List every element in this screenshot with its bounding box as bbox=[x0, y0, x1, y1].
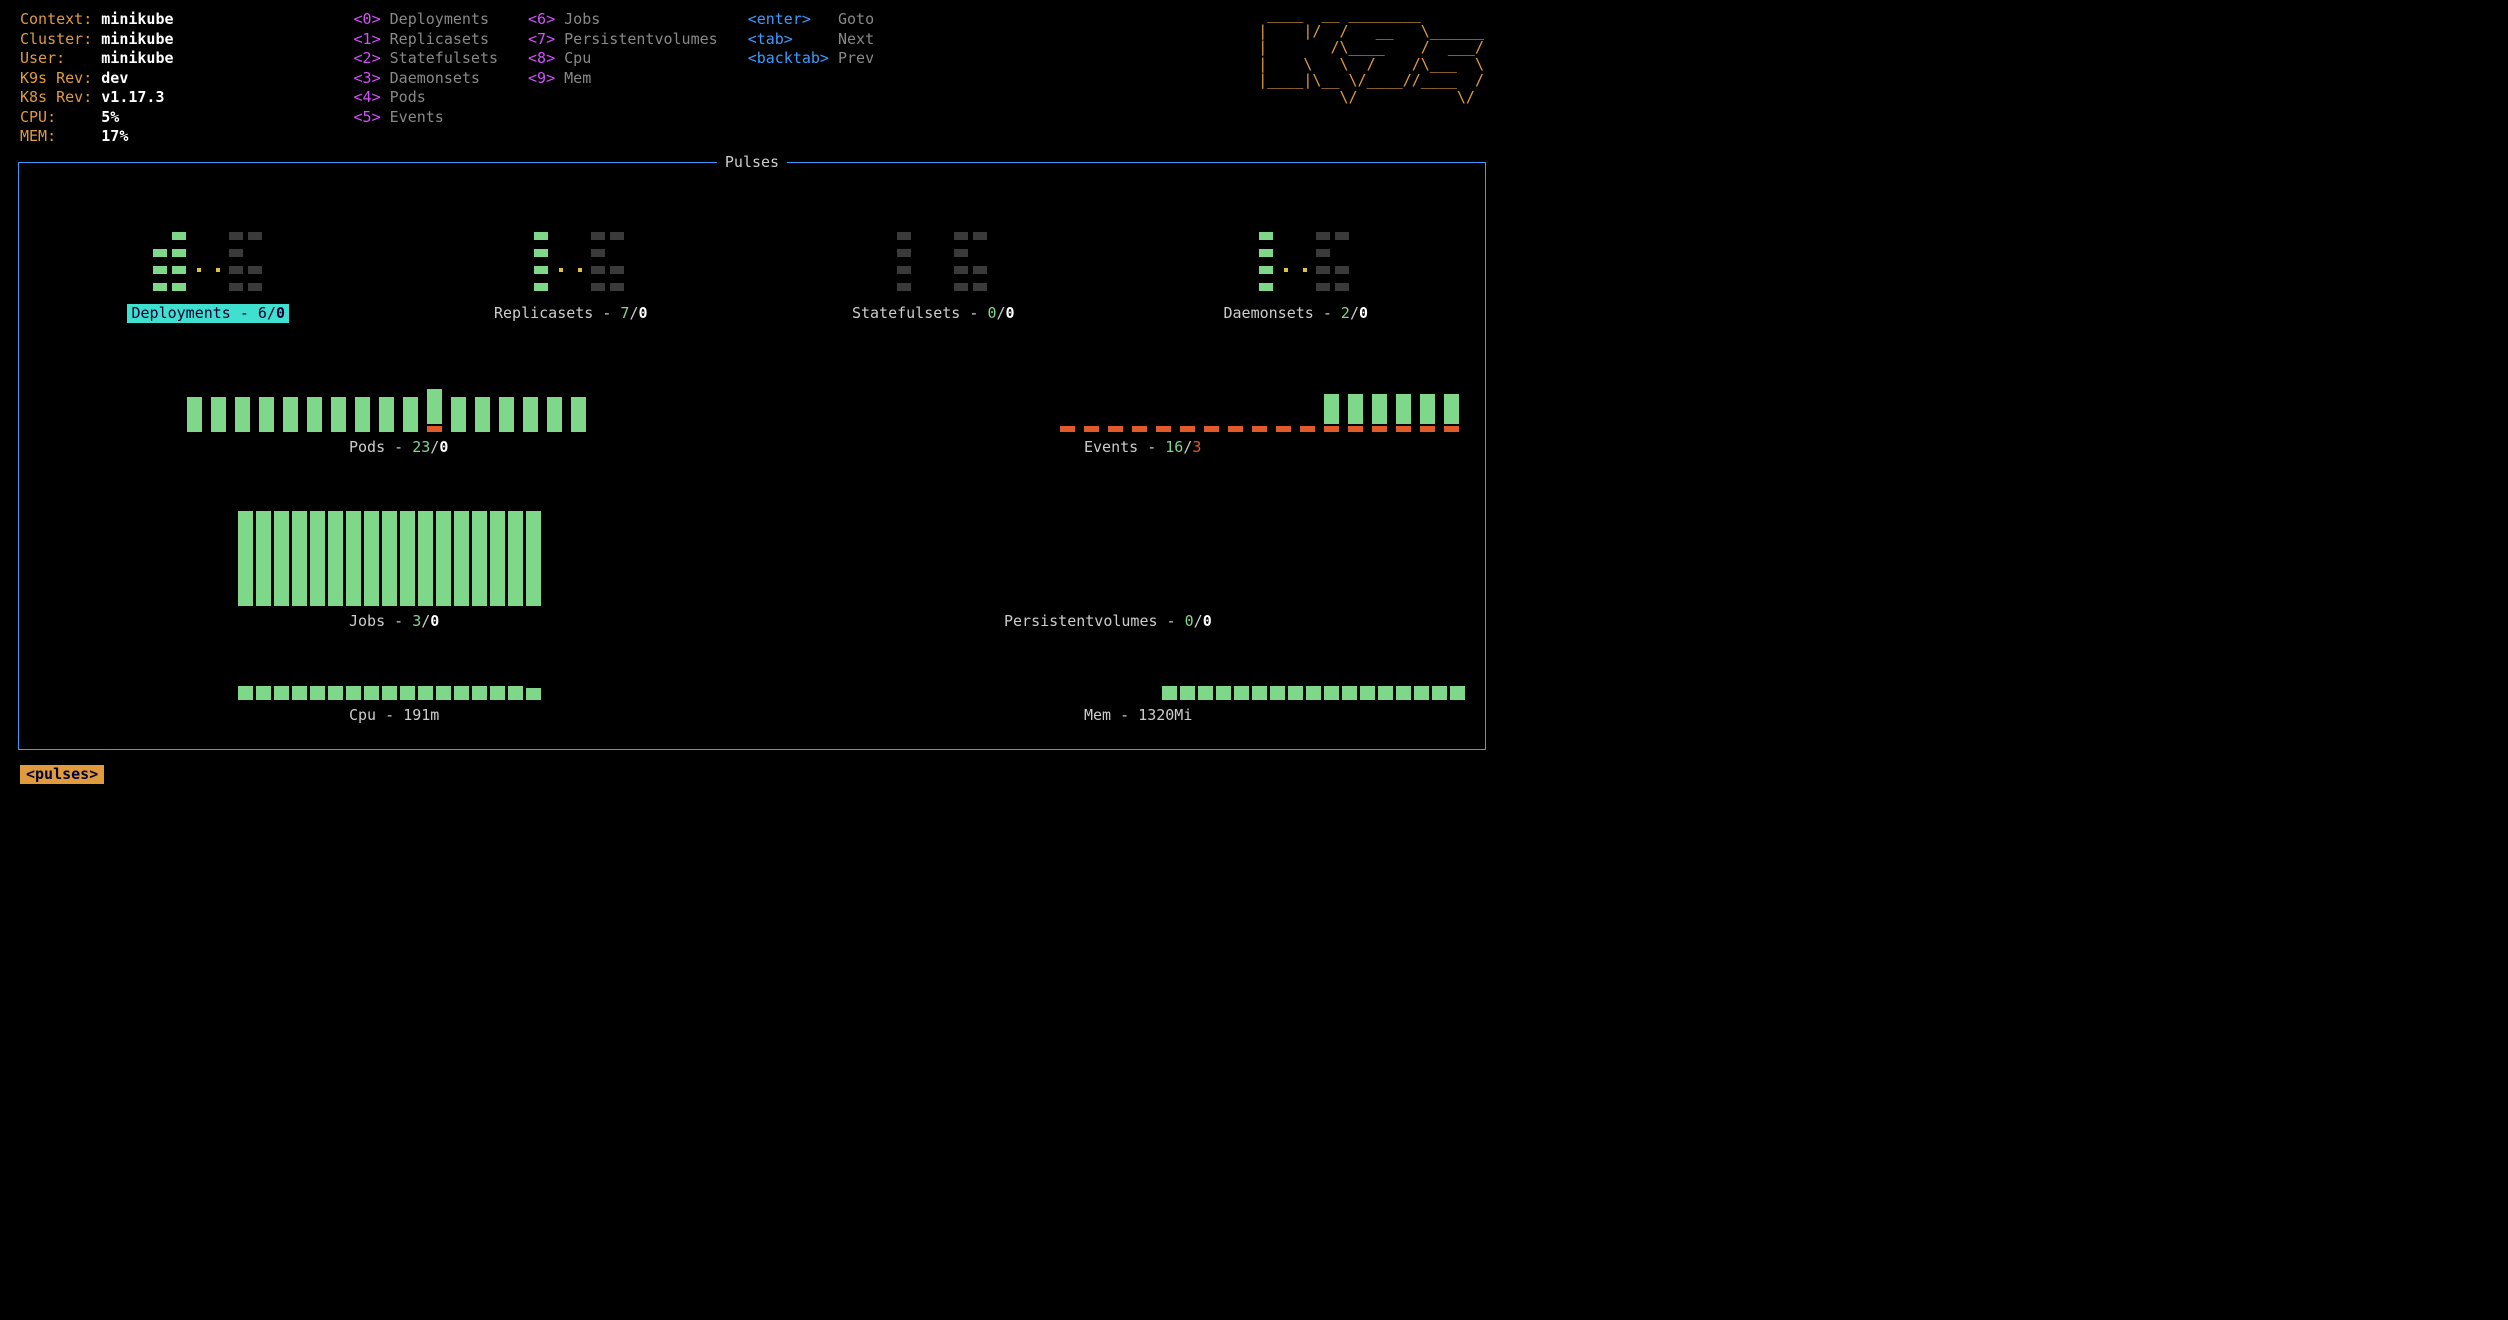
hotkey-6[interactable]: <6> bbox=[528, 10, 555, 28]
pulse-daemonsets[interactable]: Daemonsets - 2/0 bbox=[1117, 183, 1476, 323]
hotkey-8[interactable]: <8> bbox=[528, 49, 555, 67]
hotkey-col-3: <enter> Goto <tab> Next <backtab> Prev bbox=[748, 10, 874, 147]
cpu-value-2: 191m bbox=[403, 706, 439, 724]
pods-chart bbox=[187, 372, 592, 432]
deployments-label: Deployments bbox=[131, 304, 230, 322]
statefulsets-label: Statefulsets bbox=[852, 304, 960, 322]
k9srev-label: K9s Rev: bbox=[20, 69, 92, 87]
hotkey-9[interactable]: <9> bbox=[528, 69, 555, 87]
pulses-panel: Pulses Deployments - 6/0 Replicasets - 7… bbox=[18, 162, 1486, 750]
k8srev-label: K8s Rev: bbox=[20, 88, 92, 106]
mem-chart bbox=[1162, 660, 1465, 700]
user-label: User: bbox=[20, 49, 65, 67]
pulse-statefulsets[interactable]: Statefulsets - 0/0 bbox=[754, 183, 1113, 323]
hotkey-1[interactable]: <1> bbox=[354, 30, 381, 48]
cpu-chart bbox=[238, 660, 541, 700]
panel-title: Pulses bbox=[717, 153, 787, 173]
context-value: minikube bbox=[101, 10, 173, 28]
pulse-pvs[interactable]: Persistentvolumes - 0/0 bbox=[754, 461, 1475, 631]
hotkey-tab[interactable]: <tab> bbox=[748, 30, 793, 48]
pods-label: Pods bbox=[349, 438, 385, 456]
cpu-label: CPU: bbox=[20, 108, 56, 126]
cluster-info: Context: minikube Cluster: minikube User… bbox=[20, 10, 174, 147]
pulse-deployments[interactable]: Deployments - 6/0 bbox=[29, 183, 388, 323]
pulse-events[interactable]: Events - 16/3 bbox=[754, 327, 1475, 457]
chart-icon bbox=[153, 229, 264, 294]
hotkey-backtab[interactable]: <backtab> bbox=[748, 49, 829, 67]
mem-label: MEM: bbox=[20, 127, 56, 145]
hotkey-0[interactable]: <0> bbox=[354, 10, 381, 28]
cluster-label: Cluster: bbox=[20, 30, 92, 48]
pulses-grid: Deployments - 6/0 Replicasets - 7/0 Stat… bbox=[29, 183, 1475, 739]
replicasets-label: Replicasets bbox=[494, 304, 593, 322]
hotkey-5[interactable]: <5> bbox=[354, 108, 381, 126]
context-label: Context: bbox=[20, 10, 92, 28]
hotkey-2[interactable]: <2> bbox=[354, 49, 381, 67]
jobs-label: Jobs bbox=[349, 612, 385, 630]
jobs-chart bbox=[238, 506, 541, 606]
breadcrumb[interactable]: <pulses> bbox=[20, 765, 104, 785]
k8srev-value: v1.17.3 bbox=[101, 88, 164, 106]
k9srev-value: dev bbox=[101, 69, 128, 87]
hotkey-enter[interactable]: <enter> bbox=[748, 10, 811, 28]
hotkeys: <0> Deployments <1> Replicasets <2> Stat… bbox=[354, 10, 875, 147]
daemonsets-label: Daemonsets bbox=[1224, 304, 1314, 322]
chart-icon bbox=[1240, 229, 1351, 294]
pulse-pods[interactable]: Pods - 23/0 bbox=[29, 327, 750, 457]
hotkey-col-2: <6> Jobs <7> Persistentvolumes <8> Cpu <… bbox=[528, 10, 718, 147]
events-chart bbox=[1060, 372, 1465, 432]
hotkey-col-1: <0> Deployments <1> Replicasets <2> Stat… bbox=[354, 10, 499, 147]
pulse-jobs[interactable]: Jobs - 3/0 bbox=[29, 461, 750, 631]
events-label: Events bbox=[1084, 438, 1138, 456]
pulse-cpu[interactable]: Cpu - 191m bbox=[29, 635, 750, 725]
cpu-value: 5% bbox=[101, 108, 119, 126]
pulse-mem[interactable]: Mem - 1320Mi bbox=[754, 635, 1475, 725]
mem-value-2: 1320Mi bbox=[1138, 706, 1192, 724]
cpu-label-2: Cpu bbox=[349, 706, 376, 724]
hotkey-3[interactable]: <3> bbox=[354, 69, 381, 87]
hotkey-7[interactable]: <7> bbox=[528, 30, 555, 48]
k9s-logo: ____ __ ________ | |/ / __ \______ | /\_… bbox=[1258, 6, 1484, 105]
pulse-replicasets[interactable]: Replicasets - 7/0 bbox=[392, 183, 751, 323]
chart-icon bbox=[515, 229, 626, 294]
chart-icon bbox=[878, 229, 989, 294]
mem-value: 17% bbox=[101, 127, 128, 145]
cluster-value: minikube bbox=[101, 30, 173, 48]
hotkey-4[interactable]: <4> bbox=[354, 88, 381, 106]
user-value: minikube bbox=[101, 49, 173, 67]
mem-label-2: Mem bbox=[1084, 706, 1111, 724]
pvs-label: Persistentvolumes bbox=[1004, 612, 1158, 630]
